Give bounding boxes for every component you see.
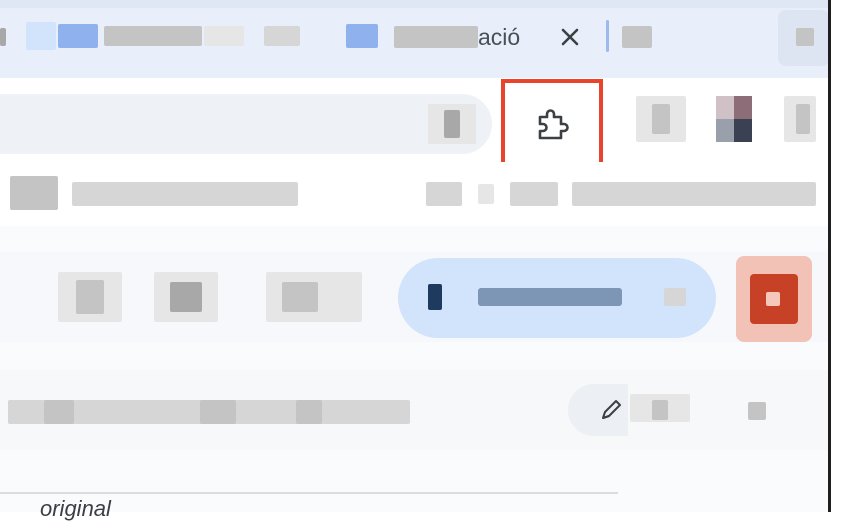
address-bar[interactable] bbox=[0, 94, 492, 154]
tab-separator bbox=[606, 20, 609, 52]
blurred-tab-title-2 bbox=[264, 26, 300, 46]
blurred-tab-favicon bbox=[58, 24, 98, 48]
window-frame-line bbox=[828, 0, 831, 512]
tab-fragment-left bbox=[0, 28, 6, 46]
profile-avatar[interactable] bbox=[716, 96, 752, 142]
active-tab-title: ació bbox=[478, 24, 521, 50]
blurred-toolbar-button[interactable] bbox=[652, 104, 670, 134]
blurred-row-text-2 bbox=[44, 400, 74, 424]
window-frame-edge bbox=[830, 0, 844, 512]
blurred-tab-title-tail bbox=[204, 26, 244, 46]
blurred-bookmark-2[interactable] bbox=[426, 182, 462, 206]
blurred-omnibox-icon[interactable] bbox=[444, 110, 460, 138]
blurred-chip-3[interactable] bbox=[282, 282, 318, 312]
blurred-menu-button[interactable] bbox=[796, 104, 810, 134]
blurred-bookmark-5[interactable] bbox=[572, 182, 816, 206]
blurred-bookmark-3[interactable] bbox=[478, 184, 494, 204]
blurred-tab-title bbox=[104, 26, 202, 46]
divider bbox=[0, 492, 618, 494]
blurred-tab-icon bbox=[26, 22, 56, 50]
blurred-chip-1[interactable] bbox=[76, 280, 104, 314]
window-control-icon bbox=[796, 28, 814, 46]
blurred-active-tab-title bbox=[394, 26, 478, 48]
blurred-next-tab bbox=[622, 26, 652, 48]
blurred-bookmark-title[interactable] bbox=[72, 182, 298, 206]
user-avatar[interactable] bbox=[736, 256, 812, 342]
blurred-bookmark-4[interactable] bbox=[510, 182, 558, 206]
blurred-selected-chip-label bbox=[478, 288, 622, 306]
blurred-row-text-4 bbox=[296, 400, 322, 424]
close-icon bbox=[561, 28, 579, 46]
annotation-highlight-box bbox=[501, 79, 603, 169]
blurred-selected-chip-trailing bbox=[664, 288, 686, 306]
tab-close-button[interactable] bbox=[552, 20, 588, 54]
blurred-edit-side-2[interactable] bbox=[748, 402, 766, 420]
blurred-chip-2[interactable] bbox=[170, 282, 202, 312]
pencil-icon bbox=[602, 400, 621, 420]
selected-chip-icon bbox=[428, 284, 442, 310]
footer-text: original bbox=[40, 496, 111, 521]
blurred-edit-side[interactable] bbox=[652, 400, 668, 420]
active-tab-favicon bbox=[346, 24, 378, 48]
edit-button[interactable] bbox=[596, 394, 626, 426]
blurred-row-text-3 bbox=[200, 400, 236, 424]
blurred-bookmark-favicon[interactable] bbox=[10, 176, 58, 210]
